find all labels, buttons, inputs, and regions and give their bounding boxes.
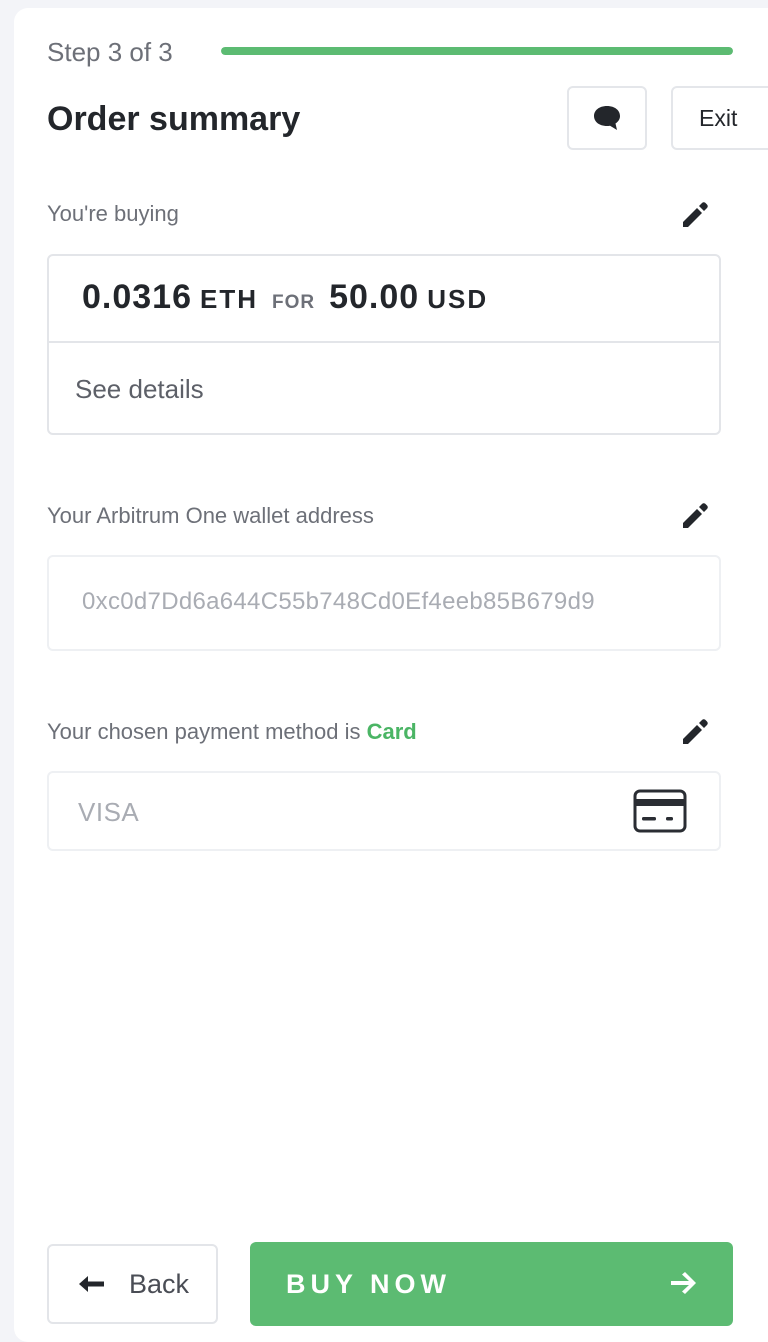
edit-wallet-pencil-icon[interactable] xyxy=(679,501,709,531)
payment-label: Your chosen payment method is Card xyxy=(47,718,417,746)
wallet-address: 0xc0d7Dd6a644C55b748Cd0Ef4eeb85B679d9 xyxy=(82,588,595,615)
wallet-address-field[interactable]: 0xc0d7Dd6a644C55b748Cd0Ef4eeb85B679d9 xyxy=(47,555,721,651)
card-brand: VISA xyxy=(78,797,140,827)
page-title: Order summary xyxy=(47,100,301,138)
payment-method: Card xyxy=(366,719,417,744)
progress-fill xyxy=(221,47,733,55)
step-label: Step 3 of 3 xyxy=(47,37,173,67)
chat-button[interactable] xyxy=(567,86,647,150)
order-details-box: 0.0316 ETH FOR 50.00 USD See details xyxy=(47,254,721,435)
order-amount-row: 0.0316 ETH FOR 50.00 USD xyxy=(82,278,488,322)
buy-now-button[interactable]: BUY NOW xyxy=(250,1242,733,1326)
payment-label-prefix: Your chosen payment method is xyxy=(47,719,361,744)
credit-card-icon xyxy=(633,789,687,833)
buy-now-label: BUY NOW xyxy=(286,1268,452,1299)
payment-method-field[interactable]: VISA xyxy=(47,771,721,851)
wallet-label: Your Arbitrum One wallet address xyxy=(47,503,374,528)
divider xyxy=(49,341,719,343)
back-label: Back xyxy=(129,1268,190,1299)
edit-buying-pencil-icon[interactable] xyxy=(679,200,709,230)
chat-icon xyxy=(594,106,620,130)
crypto-amount: 0.0316 xyxy=(82,278,192,316)
fiat-amount: 50.00 xyxy=(329,278,420,316)
exit-button[interactable]: Exit xyxy=(671,86,768,150)
arrow-left-icon xyxy=(79,1276,104,1292)
fiat-currency: USD xyxy=(427,284,489,314)
for-label: FOR xyxy=(272,292,316,313)
back-button[interactable]: Back xyxy=(47,1244,218,1324)
see-details-link[interactable]: See details xyxy=(75,373,204,405)
progress-bar xyxy=(221,47,733,55)
arrow-right-icon xyxy=(671,1272,696,1294)
buying-label: You're buying xyxy=(47,201,179,226)
edit-payment-pencil-icon[interactable] xyxy=(679,717,709,747)
crypto-currency: ETH xyxy=(200,284,258,314)
